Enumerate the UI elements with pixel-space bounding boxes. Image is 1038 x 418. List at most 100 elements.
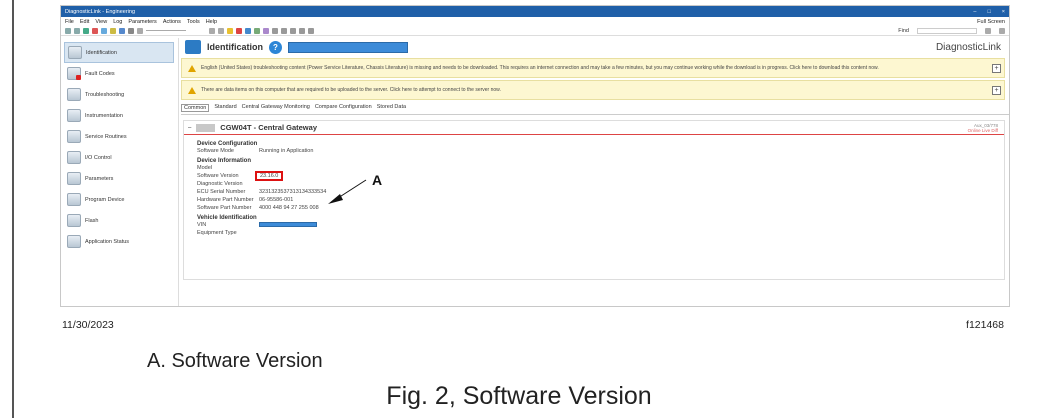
row-value: 06-95586-001 (259, 197, 294, 203)
save-icon[interactable] (101, 27, 107, 34)
ecu-status: Aux_03/778 Online Live Diff (968, 123, 998, 133)
sidebar-item-instrumentation[interactable]: Instrumentation (61, 105, 178, 126)
ecu-tag (196, 123, 216, 132)
sidebar-item-label: Instrumentation (85, 112, 123, 119)
menu-edit[interactable]: Edit (80, 19, 89, 25)
menu-actions[interactable]: Actions (163, 19, 181, 25)
table-row: Hardware Part Number 06-95586-001 (197, 196, 1004, 204)
filter-icon[interactable] (254, 27, 260, 34)
table-row: ECU Serial Number 3231323537313134333534 (197, 188, 1004, 196)
play-icon[interactable] (119, 27, 125, 34)
menu-parameters[interactable]: Parameters (128, 19, 156, 25)
application-window: DiagnosticLink - Engineering – □ × File … (60, 5, 1010, 307)
warning-banner-content[interactable]: English (United States) troubleshooting … (181, 58, 1005, 78)
service-routines-icon (67, 130, 81, 143)
copy-icon[interactable] (281, 27, 287, 34)
step-icon[interactable] (218, 27, 224, 34)
connect-icon[interactable] (83, 27, 89, 34)
expand-icon[interactable]: + (992, 85, 1001, 95)
menu-tools[interactable]: Tools (187, 19, 200, 25)
date-stamp: 11/30/2023 (62, 319, 114, 331)
warning-text: There are data items on this computer th… (201, 87, 501, 93)
main-content: Identification ? DiagnosticLink English … (181, 38, 1009, 306)
menu-log[interactable]: Log (113, 19, 122, 25)
close-icon[interactable]: × (1002, 9, 1005, 15)
warning-text: English (United States) troubleshooting … (201, 65, 879, 71)
forward-icon[interactable] (74, 27, 80, 34)
tab-common[interactable]: Common (181, 104, 210, 112)
minimize-icon[interactable]: – (973, 9, 976, 15)
title-bar: DiagnosticLink - Engineering – □ × (61, 6, 1009, 17)
ecu-header: – CGW04T - Central Gateway Aux_03/778 On… (184, 121, 1004, 135)
full-screen-button[interactable]: Full Screen (977, 19, 1005, 25)
sidebar-item-label: Identification (86, 49, 117, 56)
brand-logo: DiagnosticLink (935, 41, 1001, 53)
skip-icon[interactable] (209, 27, 215, 34)
table-row: Diagnostic Version (197, 180, 1004, 188)
ecu-body: Device Configuration Software Mode Runni… (184, 135, 1004, 237)
sidebar-item-application-status[interactable]: Application Status (61, 231, 178, 252)
playback-slider[interactable] (146, 30, 186, 31)
sidebar-item-program-device[interactable]: Program Device (61, 189, 178, 210)
print-icon[interactable] (263, 27, 269, 34)
row-value: Running in Application (259, 148, 314, 154)
sidebar-item-troubleshooting[interactable]: Troubleshooting (61, 84, 178, 105)
tab-compare-configuration[interactable]: Compare Configuration (315, 104, 372, 112)
find-prev-icon[interactable] (985, 27, 991, 34)
application-status-icon (67, 235, 81, 248)
fault-codes-icon (67, 67, 81, 80)
find-next-icon[interactable] (999, 27, 1005, 34)
open-icon[interactable] (110, 27, 116, 34)
sidebar-item-fault-codes[interactable]: Fault Codes (61, 63, 178, 84)
menu-file[interactable]: File (65, 19, 74, 25)
page-header: Identification ? DiagnosticLink (181, 38, 1009, 56)
page-margin-rule (12, 0, 14, 418)
grid-icon[interactable] (245, 27, 251, 34)
sidebar-item-service-routines[interactable]: Service Routines (61, 126, 178, 147)
sidebar-item-io-control[interactable]: I/O Control (61, 147, 178, 168)
redacted-field (288, 41, 408, 53)
warning-banner-upload[interactable]: There are data items on this computer th… (181, 80, 1005, 100)
ecu-panel: – CGW04T - Central Gateway Aux_03/778 On… (183, 120, 1005, 280)
zoom-icon[interactable] (308, 27, 314, 34)
tab-central-gateway-monitoring[interactable]: Central Gateway Monitoring (242, 104, 310, 112)
identification-icon (185, 40, 201, 54)
rewind-icon[interactable] (137, 27, 143, 34)
menu-view[interactable]: View (95, 19, 107, 25)
back-icon[interactable] (65, 27, 71, 34)
chart-icon[interactable] (236, 27, 242, 34)
io-control-icon (67, 151, 81, 164)
maximize-icon[interactable]: □ (987, 9, 990, 15)
warning-icon (188, 64, 196, 72)
settings-icon[interactable] (299, 27, 305, 34)
row-key: Software Version (197, 173, 239, 179)
sidebar: Identification Fault Codes Troubleshooti… (61, 38, 179, 306)
pause-icon[interactable] (128, 27, 134, 34)
tab-stored-data[interactable]: Stored Data (377, 104, 406, 112)
row-value: 3231323537313134333534 (259, 189, 327, 195)
ecu-status-line2: Online Live Diff (967, 127, 998, 133)
legend-text: A. Software Version (147, 350, 323, 372)
software-version-value: 23.16.0 (255, 171, 284, 181)
find-input[interactable] (917, 27, 977, 34)
tab-standard[interactable]: Standard (214, 104, 236, 112)
row-key: Model (197, 165, 212, 171)
row-key: Diagnostic Version (197, 181, 243, 187)
help-icon[interactable]: ? (269, 40, 282, 54)
collapse-icon[interactable]: – (188, 125, 191, 131)
callout-letter: A (372, 172, 383, 188)
figure-reference: f121468 (966, 319, 1004, 331)
sidebar-item-parameters[interactable]: Parameters (61, 168, 178, 189)
stop-icon[interactable] (92, 27, 98, 34)
sidebar-item-identification[interactable]: Identification (64, 42, 174, 63)
layout-icon[interactable] (272, 27, 278, 34)
troubleshooting-icon (67, 88, 81, 101)
table-row-software-version: Software Version 23.16.0 (197, 171, 1004, 181)
sidebar-item-flash[interactable]: Flash (61, 210, 178, 231)
redacted-vin (259, 221, 317, 227)
bookmark-icon[interactable] (227, 27, 233, 34)
program-device-icon (67, 193, 81, 206)
expand-icon[interactable]: + (992, 63, 1001, 73)
paste-icon[interactable] (290, 27, 296, 34)
menu-help[interactable]: Help (206, 19, 217, 25)
